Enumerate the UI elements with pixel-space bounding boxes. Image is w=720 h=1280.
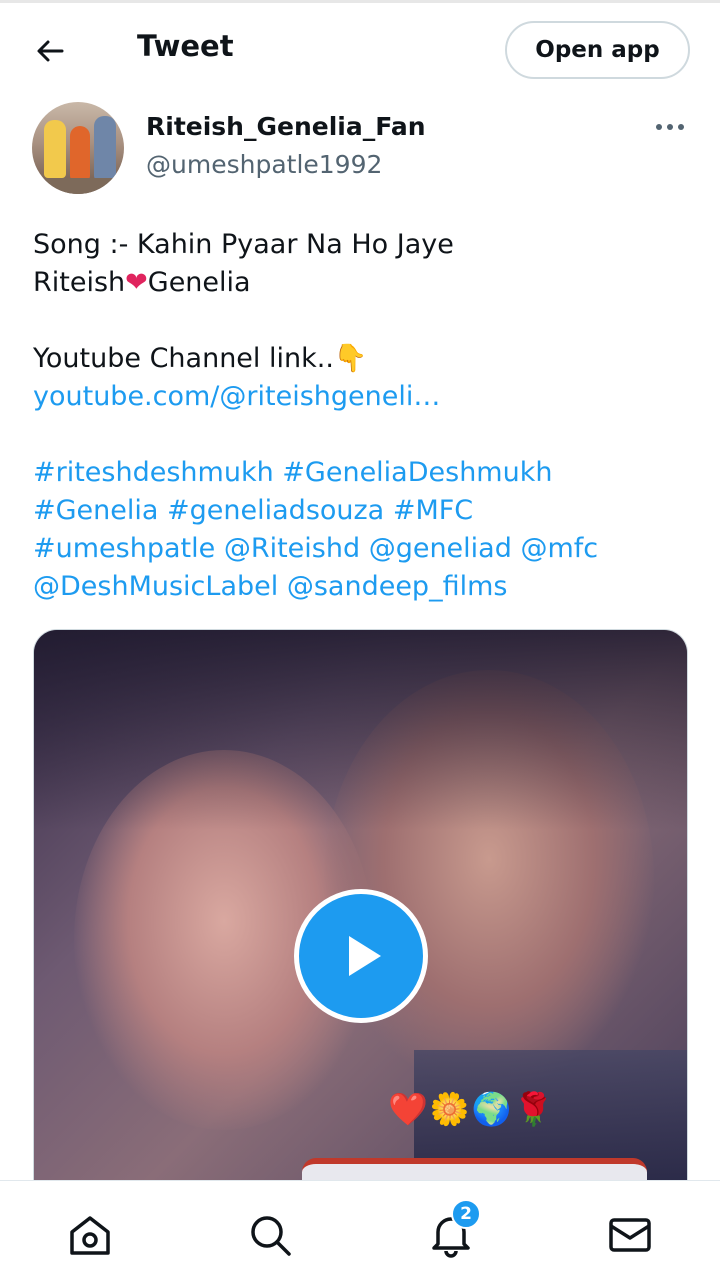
more-icon [656,124,684,130]
tweet-text: Song :- Kahin Pyaar Na Ho Jaye Riteish❤G… [33,226,693,606]
avatar-figure [94,116,116,180]
video-overlay-emojis: ❤️🌼🌍🌹 [388,1090,556,1128]
heart-icon: ❤ [125,267,148,298]
mention-link[interactable]: @sandeep_films [287,571,508,602]
bottom-nav: 2 [0,1180,720,1280]
avatar[interactable] [32,102,124,194]
hashtag-line: #Genelia #geneliadsouza #MFC [33,492,693,530]
mail-icon [609,1218,651,1252]
nav-messages[interactable] [606,1211,654,1259]
home-icon [70,1216,110,1255]
mention-link[interactable]: @geneliad [369,533,512,564]
play-button[interactable] [294,889,428,1023]
tweet-line: Song :- Kahin Pyaar Na Ho Jaye [33,229,454,260]
back-arrow-icon [37,40,64,62]
hashtag-link[interactable]: #umeshpatle [33,533,215,564]
hashtag-link[interactable]: #MFC [393,495,473,526]
hashtag-line: @DeshMusicLabel @sandeep_films [33,568,693,606]
open-app-button[interactable]: Open app [505,21,690,79]
mention-link[interactable]: @mfc [520,533,598,564]
tweet-word: Riteish [33,267,126,298]
author-handle[interactable]: @umeshpatle1992 [146,150,382,179]
author-display-name[interactable]: Riteish_Genelia_Fan [146,112,426,141]
mention-link[interactable]: @DeshMusicLabel [33,571,278,602]
youtube-link[interactable]: youtube.com/@riteishgeneli… [33,378,693,416]
hashtag-link[interactable]: #geneliadsouza [167,495,384,526]
hashtag-line: #riteshdeshmukh #GeneliaDeshmukh [33,454,693,492]
hashtag-link[interactable]: #Genelia [33,495,158,526]
back-button[interactable] [26,29,74,73]
header: Tweet Open app [0,3,720,95]
hashtag-link[interactable]: #GeneliaDeshmukh [282,457,552,488]
more-button[interactable] [650,112,690,142]
tweet-line: Youtube Channel link..👇 [33,340,693,378]
search-icon [251,1216,291,1256]
page-title: Tweet [137,29,234,63]
mention-link[interactable]: @Riteishd [224,533,360,564]
pointing-down-icon: 👇 [333,343,368,374]
tweet-line: Riteish❤Genelia [33,264,693,302]
tweet-word: Youtube Channel link.. [33,343,334,374]
play-icon [349,936,381,976]
notification-badge: 2 [451,1199,481,1229]
avatar-ground [32,178,124,194]
video-frame-shade [34,630,687,830]
video-media[interactable]: ❤️🌼🌍🌹 [33,629,688,1189]
nav-home[interactable] [66,1211,114,1259]
avatar-figure [70,126,90,180]
avatar-figure [44,120,66,178]
hashtag-link[interactable]: #riteshdeshmukh [33,457,274,488]
tweet-word: Genelia [147,267,251,298]
nav-search[interactable] [246,1211,294,1259]
hashtag-line: #umeshpatle @Riteishd @geneliad @mfc [33,530,693,568]
